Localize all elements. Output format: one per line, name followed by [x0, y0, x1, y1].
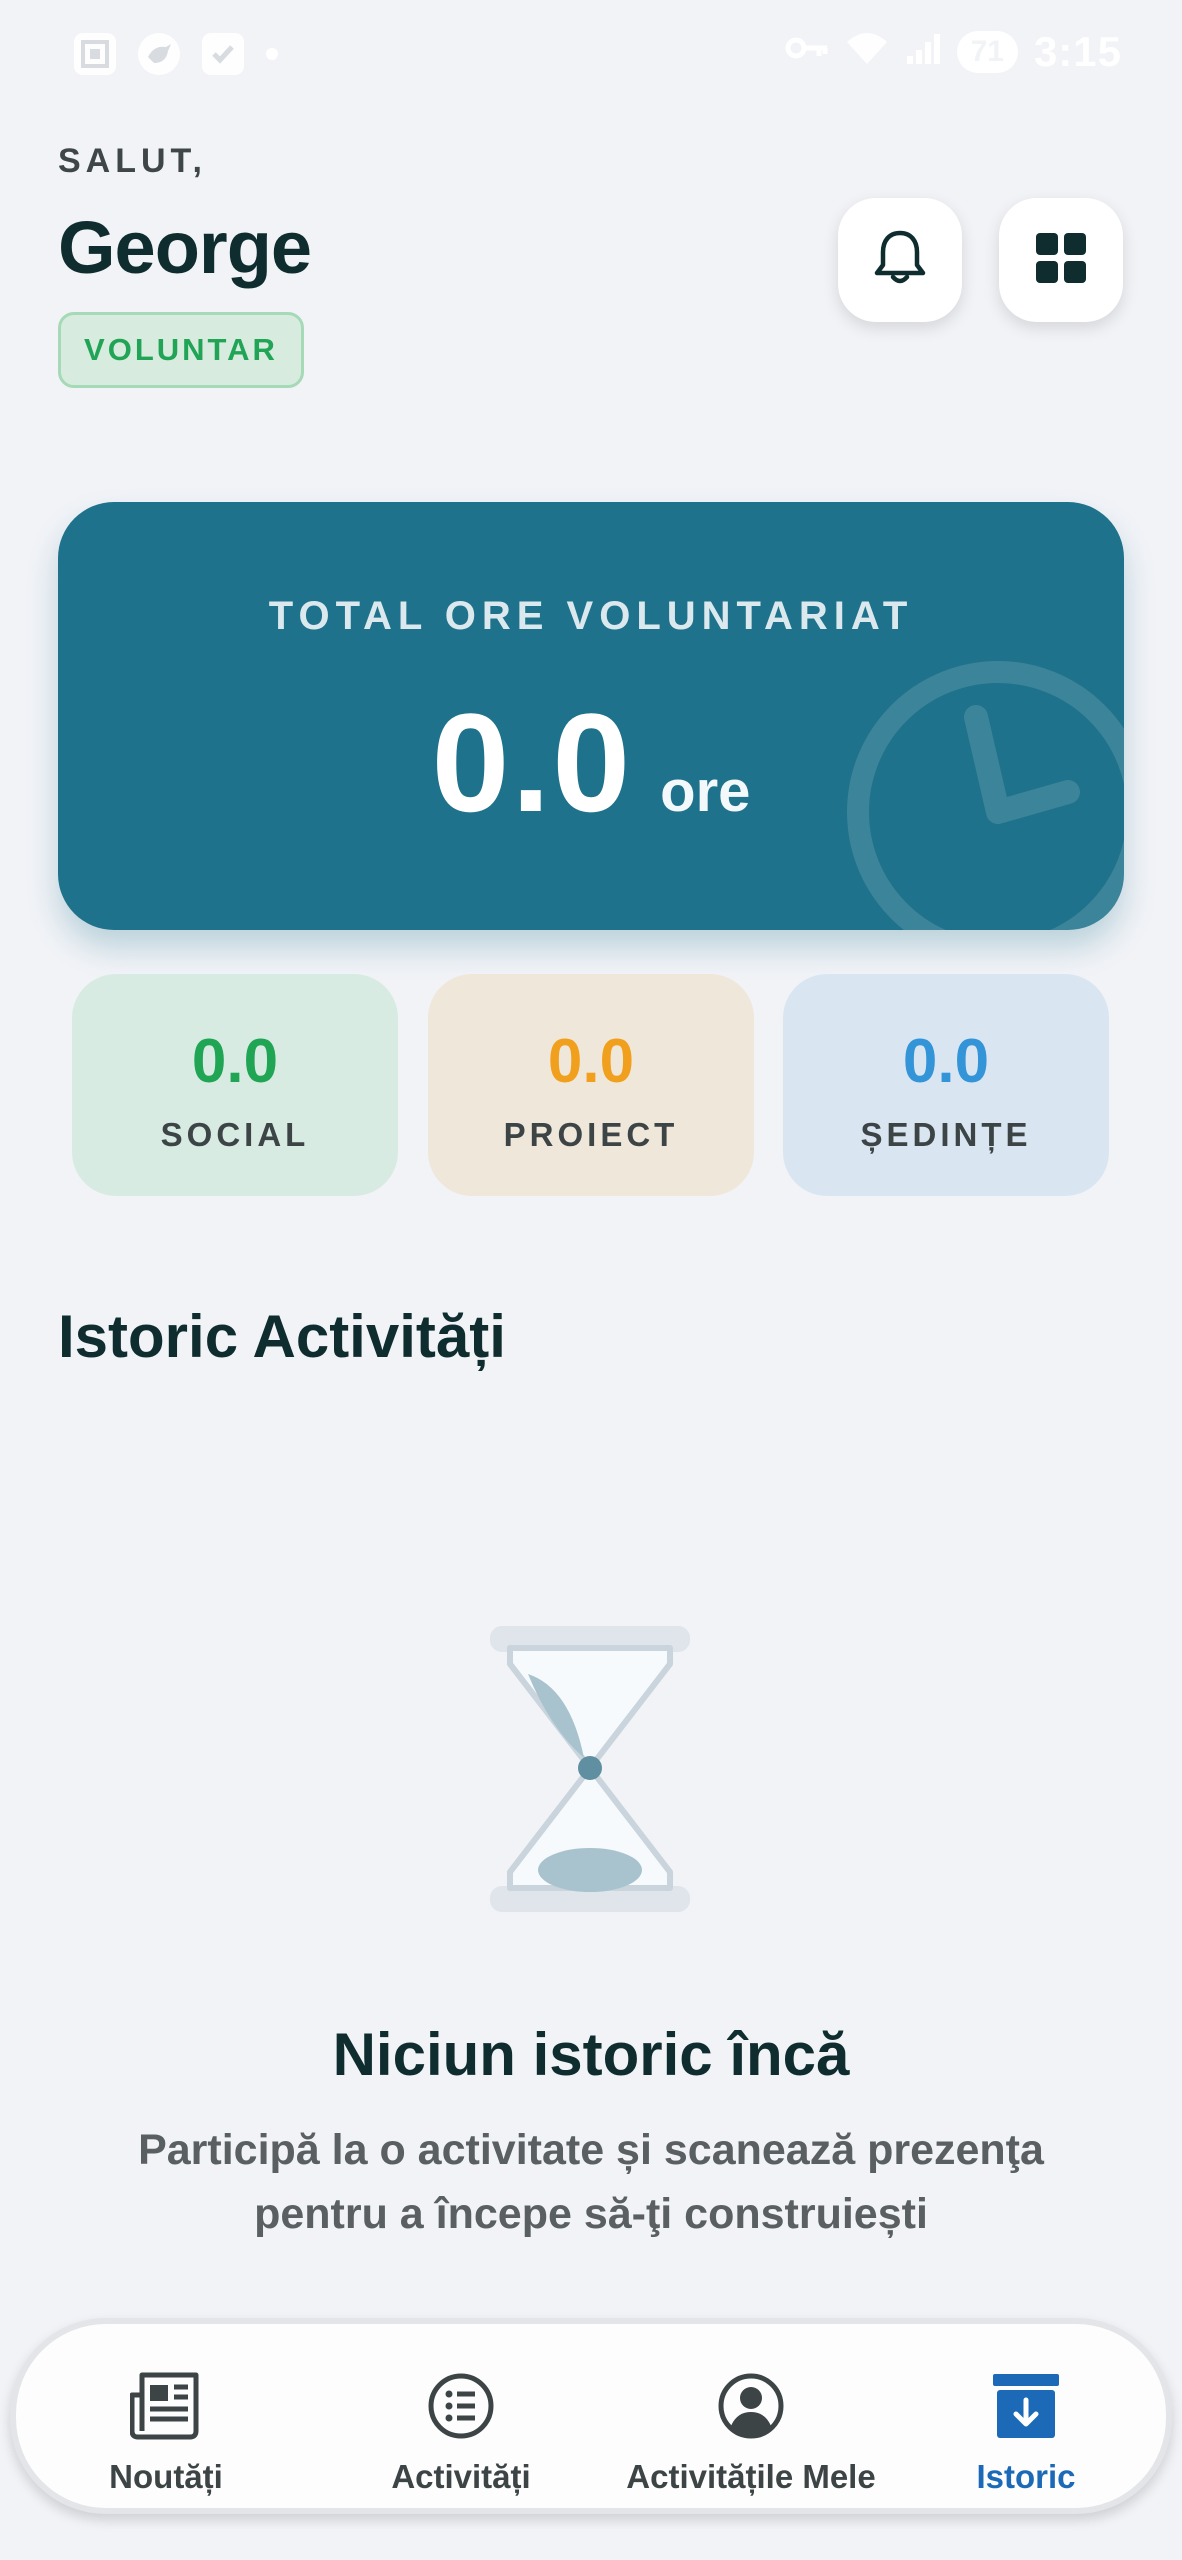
- hourglass-icon: [490, 1626, 690, 1912]
- role-badge: VOLUNTAR: [58, 312, 304, 388]
- nav-label-my-activities: Activitățile Mele: [626, 2458, 876, 2495]
- app-screen: 71 3:15 SALUT, George VOLUNTAR TOTAL ORE…: [0, 0, 1182, 2560]
- status-bar-right: 71 3:15: [785, 28, 1122, 76]
- nav-item-my-activities[interactable]: Activitățile Mele: [601, 2324, 901, 2510]
- bottom-navigation: Noutăți Activități Activitățile Mele Ist…: [10, 2318, 1172, 2514]
- screenshot-icon: [74, 33, 116, 75]
- stat-value-meetings: 0.0: [902, 1027, 990, 1096]
- stat-card-meetings: 0.0 ȘEDINȚE: [783, 974, 1109, 1196]
- apps-menu-button[interactable]: [999, 198, 1123, 322]
- bell-icon: [871, 227, 929, 294]
- greeting-text: SALUT,: [58, 142, 207, 180]
- notifications-button[interactable]: [838, 198, 962, 322]
- total-hours-value: 0.0: [431, 684, 633, 841]
- dot-icon: [266, 48, 278, 60]
- key-icon: [785, 33, 829, 72]
- total-hours-unit: ore: [660, 759, 751, 824]
- grid-icon: [1034, 231, 1088, 290]
- nav-item-activities[interactable]: Activități: [341, 2324, 581, 2510]
- total-hours-label: TOTAL ORE VOLUNTARIAT: [268, 594, 914, 638]
- nav-item-news[interactable]: Noutăți: [56, 2324, 276, 2510]
- signal-icon: [905, 30, 941, 75]
- history-section-title: Istoric Activități: [58, 1303, 506, 1370]
- stat-label-meetings: ȘEDINȚE: [860, 1116, 1032, 1153]
- list-icon: [423, 2368, 499, 2444]
- stat-card-social: 0.0 SOCIAL: [72, 974, 398, 1196]
- stat-label-social: SOCIAL: [160, 1116, 310, 1153]
- clock-time: 3:15: [1033, 28, 1122, 75]
- nav-label-news: Noutăți: [109, 2458, 223, 2495]
- total-hours-display: 0.0 ore: [58, 682, 1124, 844]
- nav-label-activities: Activități: [391, 2458, 531, 2495]
- battery-indicator: 71: [956, 31, 1018, 73]
- checkbox-icon: [202, 33, 244, 75]
- total-hours-card: TOTAL ORE VOLUNTARIAT 0.0 ore: [58, 502, 1124, 930]
- empty-state-title: Niciun istoric încă: [332, 2021, 850, 2088]
- nav-label-history: Istoric: [976, 2458, 1076, 2495]
- user-name: George: [58, 206, 312, 289]
- stat-card-project: 0.0 PROIECT: [428, 974, 754, 1196]
- status-bar: 71 3:15: [0, 0, 1182, 110]
- archive-icon: [988, 2368, 1064, 2444]
- wifi-icon: [845, 30, 889, 75]
- newspaper-icon: [128, 2368, 204, 2444]
- bird-icon: [138, 33, 180, 75]
- profile-icon: [713, 2368, 789, 2444]
- status-bar-left: [74, 33, 278, 75]
- stat-label-project: PROIECT: [503, 1116, 679, 1153]
- empty-state-description: Participă la o activitate și scanează pr…: [138, 2126, 1044, 2238]
- nav-item-history[interactable]: Istoric: [926, 2324, 1126, 2510]
- stat-value-social: 0.0: [191, 1027, 279, 1096]
- stat-value-project: 0.0: [547, 1027, 635, 1096]
